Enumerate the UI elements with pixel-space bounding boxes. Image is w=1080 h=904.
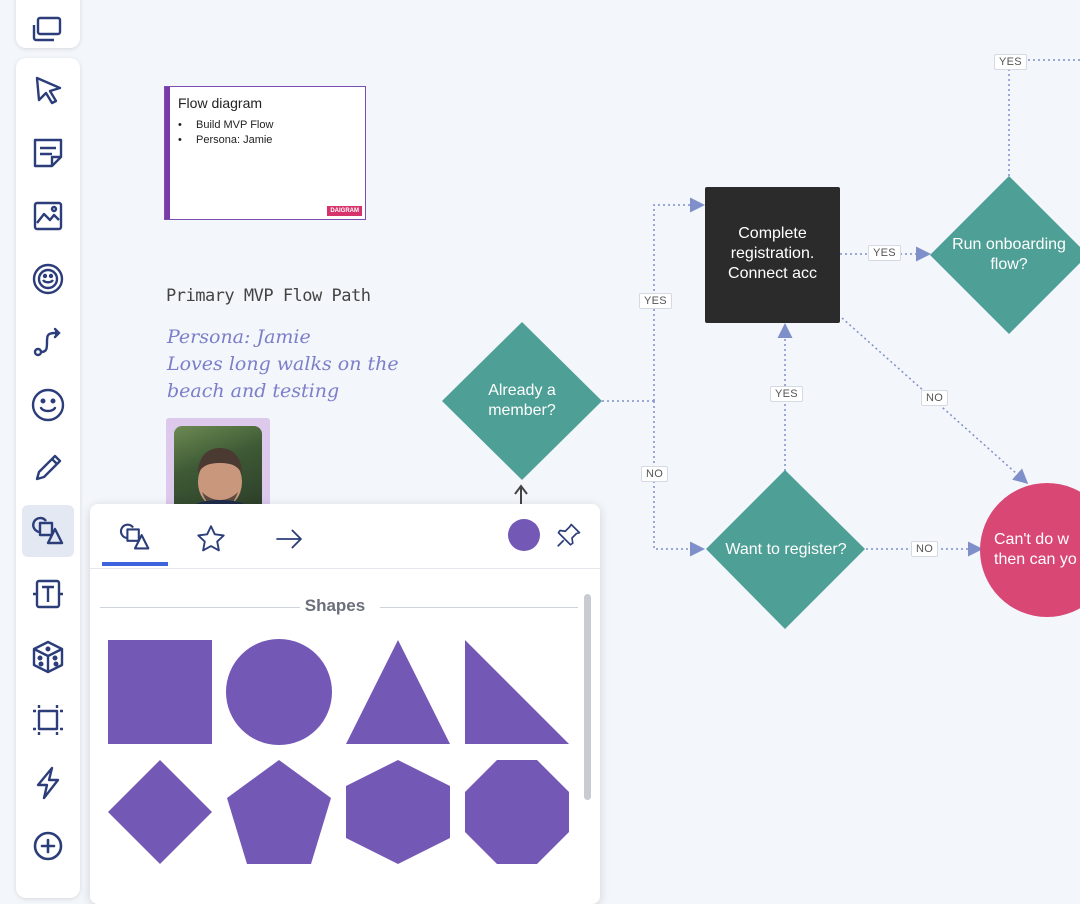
shape-pentagon[interactable] [225, 758, 333, 866]
node-line: flow? [990, 256, 1028, 273]
shapes-tab-icon [119, 523, 150, 550]
node-line: registration. [730, 245, 815, 262]
shape-diamond[interactable] [106, 758, 214, 866]
shapes-section-title: Shapes [304, 596, 366, 615]
node-already-member-label[interactable]: Already a member? [462, 381, 582, 421]
shape-octagon[interactable] [463, 758, 571, 866]
panel-scrollbar[interactable] [584, 594, 591, 800]
edge-label-yes[interactable]: YES [994, 54, 1027, 70]
node-line: Run onboarding [952, 236, 1066, 253]
node-complete-registration-label[interactable]: Complete registration. Connect acc [705, 224, 840, 284]
shape-triangle[interactable] [344, 638, 452, 746]
node-run-onboarding-label[interactable]: Run onboarding flow? [944, 235, 1074, 275]
tab-arrows[interactable] [256, 512, 322, 566]
node-line: Connect acc [728, 265, 817, 282]
node-line: then can yo [994, 551, 1077, 568]
edge-label-no[interactable]: NO [911, 541, 939, 557]
edge-label-no[interactable]: NO [921, 390, 949, 406]
edge-label-yes[interactable]: YES [868, 245, 901, 261]
shape-square[interactable] [106, 638, 214, 746]
node-want-register-label[interactable]: Want to register? [706, 540, 866, 560]
edge-label-no[interactable]: NO [641, 466, 669, 482]
tab-shapes[interactable] [102, 512, 168, 566]
shape-circle[interactable] [225, 638, 333, 746]
tab-stickers[interactable] [178, 512, 244, 566]
node-cant-do-label[interactable]: Can't do w then can yo [994, 530, 1080, 570]
edge-label-yes[interactable]: YES [639, 293, 672, 309]
divider [380, 607, 578, 608]
node-line: Complete [738, 225, 807, 242]
shape-right-triangle[interactable] [463, 638, 571, 746]
node-line: Can't do w [994, 531, 1070, 548]
panel-tabbar [90, 504, 600, 569]
shape-hexagon[interactable] [344, 758, 452, 866]
edge-onboarding-top [1008, 59, 1080, 176]
color-picker-swatch[interactable] [508, 519, 540, 551]
star-icon [197, 525, 225, 552]
edge-label-yes[interactable]: YES [770, 386, 803, 402]
pin-icon[interactable] [554, 520, 584, 550]
shapes-panel: Shapes [90, 504, 600, 904]
arrow-right-icon [276, 529, 302, 549]
